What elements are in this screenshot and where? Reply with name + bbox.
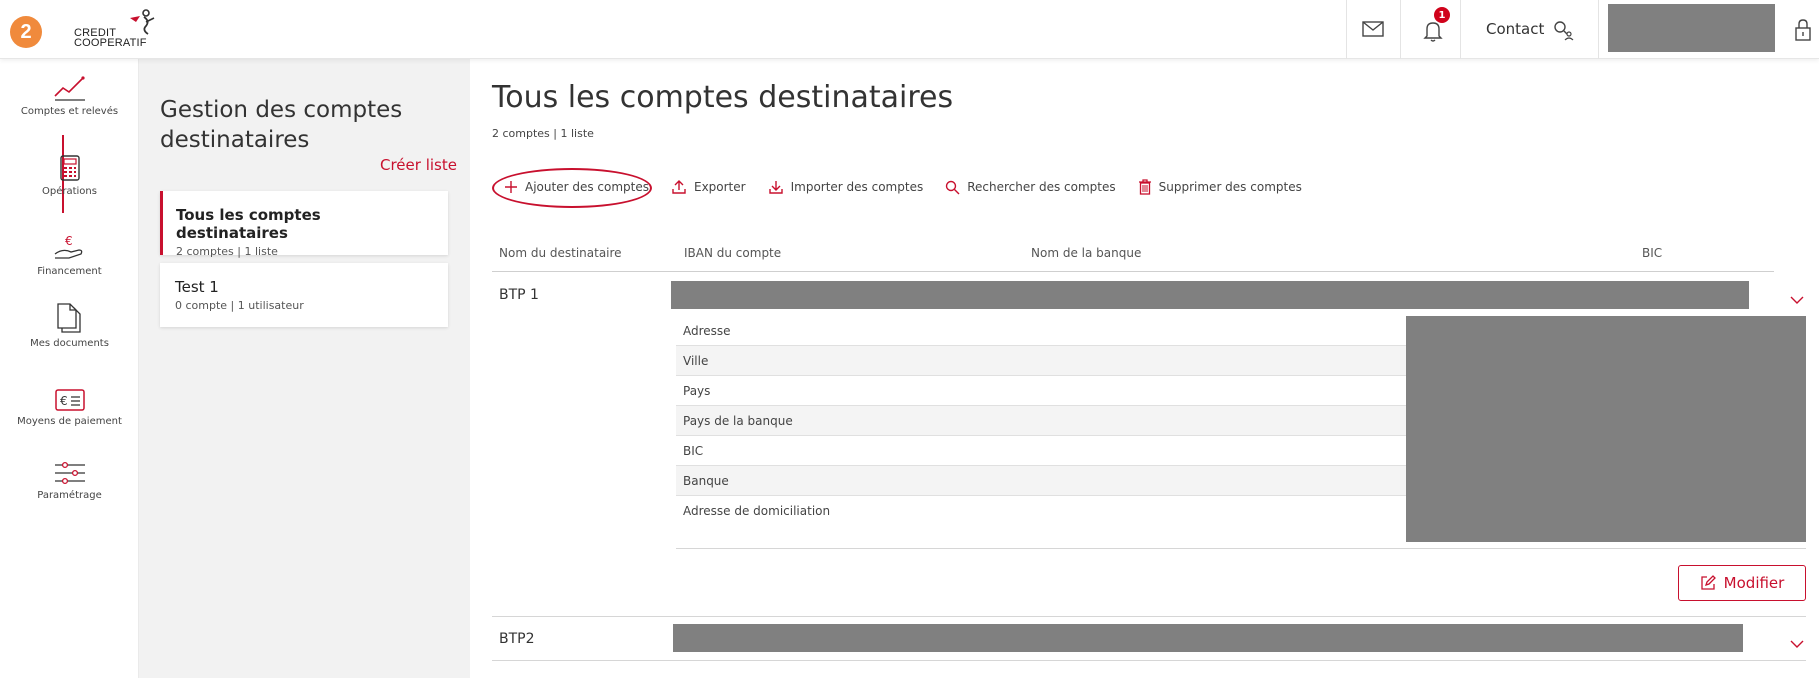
header-divider — [1400, 0, 1401, 59]
detail-label: Adresse — [683, 324, 731, 338]
plus-icon — [504, 180, 518, 194]
column-header: BIC — [1642, 246, 1663, 260]
contact-user-search-icon[interactable] — [1550, 17, 1576, 43]
page-title: Tous les comptes destinataires — [492, 80, 954, 115]
detail-row: Banque — [676, 466, 1406, 496]
documents-icon — [56, 303, 81, 333]
credit-cooperatif-logo[interactable]: CREDIT COOPERATIF — [74, 9, 174, 50]
detail-row: Adresse de domiciliation — [676, 496, 1406, 526]
account-info-redacted — [671, 281, 1749, 309]
detail-row: BIC — [676, 436, 1406, 466]
table-header: Nom du destinataire IBAN du compte Nom d… — [492, 236, 1774, 272]
svg-text:€: € — [65, 234, 73, 248]
row-divider — [492, 616, 1806, 617]
modify-button[interactable]: Modifier — [1678, 565, 1806, 601]
nav-parametrage[interactable]: Paramétrage — [0, 452, 139, 502]
mail-icon[interactable] — [1360, 16, 1386, 42]
calculator-icon — [59, 155, 80, 181]
recipient-name[interactable]: BTP 1 — [499, 287, 539, 303]
nav-label: Paramétrage — [37, 490, 102, 501]
user-account-redacted[interactable] — [1608, 4, 1775, 52]
chevron-down-icon[interactable] — [1789, 634, 1805, 648]
search-accounts-button[interactable]: Rechercher des comptes — [945, 180, 1116, 195]
row-divider — [492, 660, 1806, 661]
logo-line-2: COOPERATIF — [74, 37, 147, 49]
add-accounts-button[interactable]: Ajouter des comptes — [504, 180, 649, 194]
detail-label: BIC — [683, 444, 704, 458]
list-card-title: Test 1 — [175, 278, 219, 296]
create-list-link[interactable]: Créer liste — [380, 156, 457, 174]
add-accounts-label: Ajouter des comptes — [525, 180, 649, 194]
delete-accounts-button[interactable]: Supprimer des comptes — [1138, 179, 1302, 195]
nav-moyens-de-paiement[interactable]: € Moyens de paiement — [0, 378, 139, 428]
chart-line-icon — [53, 76, 85, 101]
recipient-name[interactable]: BTP2 — [499, 631, 535, 647]
export-button[interactable]: Exporter — [671, 179, 746, 195]
nav-label: Financement — [37, 266, 102, 277]
nav-financement[interactable]: € Financement — [0, 228, 139, 278]
search-accounts-label: Rechercher des comptes — [967, 180, 1116, 194]
delete-accounts-label: Supprimer des comptes — [1158, 180, 1302, 194]
download-icon — [768, 179, 784, 195]
column-header: IBAN du compte — [684, 246, 782, 260]
detail-row: Ville — [676, 346, 1406, 376]
detail-label: Pays de la banque — [683, 414, 793, 428]
page-subtitle: 2 comptes | 1 liste — [492, 127, 594, 140]
chevron-up-icon[interactable] — [1789, 290, 1805, 304]
account-info-redacted — [673, 624, 1743, 652]
logo-figure-icon — [130, 9, 155, 35]
detail-row: Adresse — [676, 316, 1406, 346]
top-bar: 2 CREDIT COOPERATIF 1 Contact — [0, 0, 1819, 59]
search-icon — [945, 180, 960, 195]
column-header: Nom du destinataire — [499, 246, 622, 260]
euro-hand-icon: € — [54, 234, 82, 259]
detail-row: Pays de la banque — [676, 406, 1406, 436]
export-label: Exporter — [693, 180, 746, 194]
sliders-icon — [54, 461, 85, 485]
header-divider — [1460, 0, 1461, 59]
svg-text:€: € — [60, 394, 68, 408]
header-divider — [1346, 0, 1347, 59]
upload-icon — [671, 179, 687, 195]
detail-row: Pays — [676, 376, 1406, 406]
modify-label: Modifier — [1723, 574, 1785, 592]
list-card-test-1[interactable]: Test 1 0 compte | 1 utilisateur — [160, 263, 448, 327]
nav-label: Mes documents — [30, 338, 109, 349]
column-header: Nom de la banque — [1031, 246, 1142, 260]
nav-label: Opérations — [42, 186, 97, 197]
contact-link[interactable]: Contact — [1486, 20, 1544, 38]
logout-lock-icon[interactable] — [1790, 17, 1816, 43]
card-euro-icon: € — [54, 389, 85, 411]
import-accounts-button[interactable]: Importer des comptes — [768, 179, 924, 195]
accounts-toolbar: Ajouter des comptes Exporter Importer de… — [492, 175, 1324, 199]
notification-count-badge: 1 — [1434, 7, 1450, 23]
list-card-all-accounts[interactable]: Tous les comptes destinataires 2 comptes… — [160, 191, 448, 258]
nav-label: Moyens de paiement — [17, 416, 122, 427]
detail-label: Adresse de domiciliation — [683, 504, 831, 518]
nav-operations[interactable]: Opérations — [0, 148, 139, 198]
nav-label: Comptes et relevés — [20, 106, 119, 117]
header-divider — [1598, 0, 1599, 59]
list-card-title: Tous les comptes destinataires — [176, 206, 321, 242]
trash-icon — [1138, 179, 1152, 195]
divider — [676, 548, 1806, 549]
detail-label: Banque — [683, 474, 729, 488]
step-number-badge: 2 — [10, 16, 42, 48]
panel-title: Gestion des comptes destinataires — [160, 97, 403, 153]
nav-mes-documents[interactable]: Mes documents — [0, 300, 139, 350]
detail-label: Ville — [683, 354, 709, 368]
import-accounts-label: Importer des comptes — [790, 180, 924, 194]
list-card-subtitle: 2 comptes | 1 liste — [176, 245, 278, 258]
nav-comptes-et-releves[interactable]: Comptes et relevés — [0, 68, 139, 118]
edit-icon — [1700, 575, 1716, 591]
list-card-subtitle: 0 compte | 1 utilisateur — [175, 299, 304, 312]
detail-values-redacted — [1406, 316, 1806, 542]
detail-label: Pays — [683, 384, 711, 398]
